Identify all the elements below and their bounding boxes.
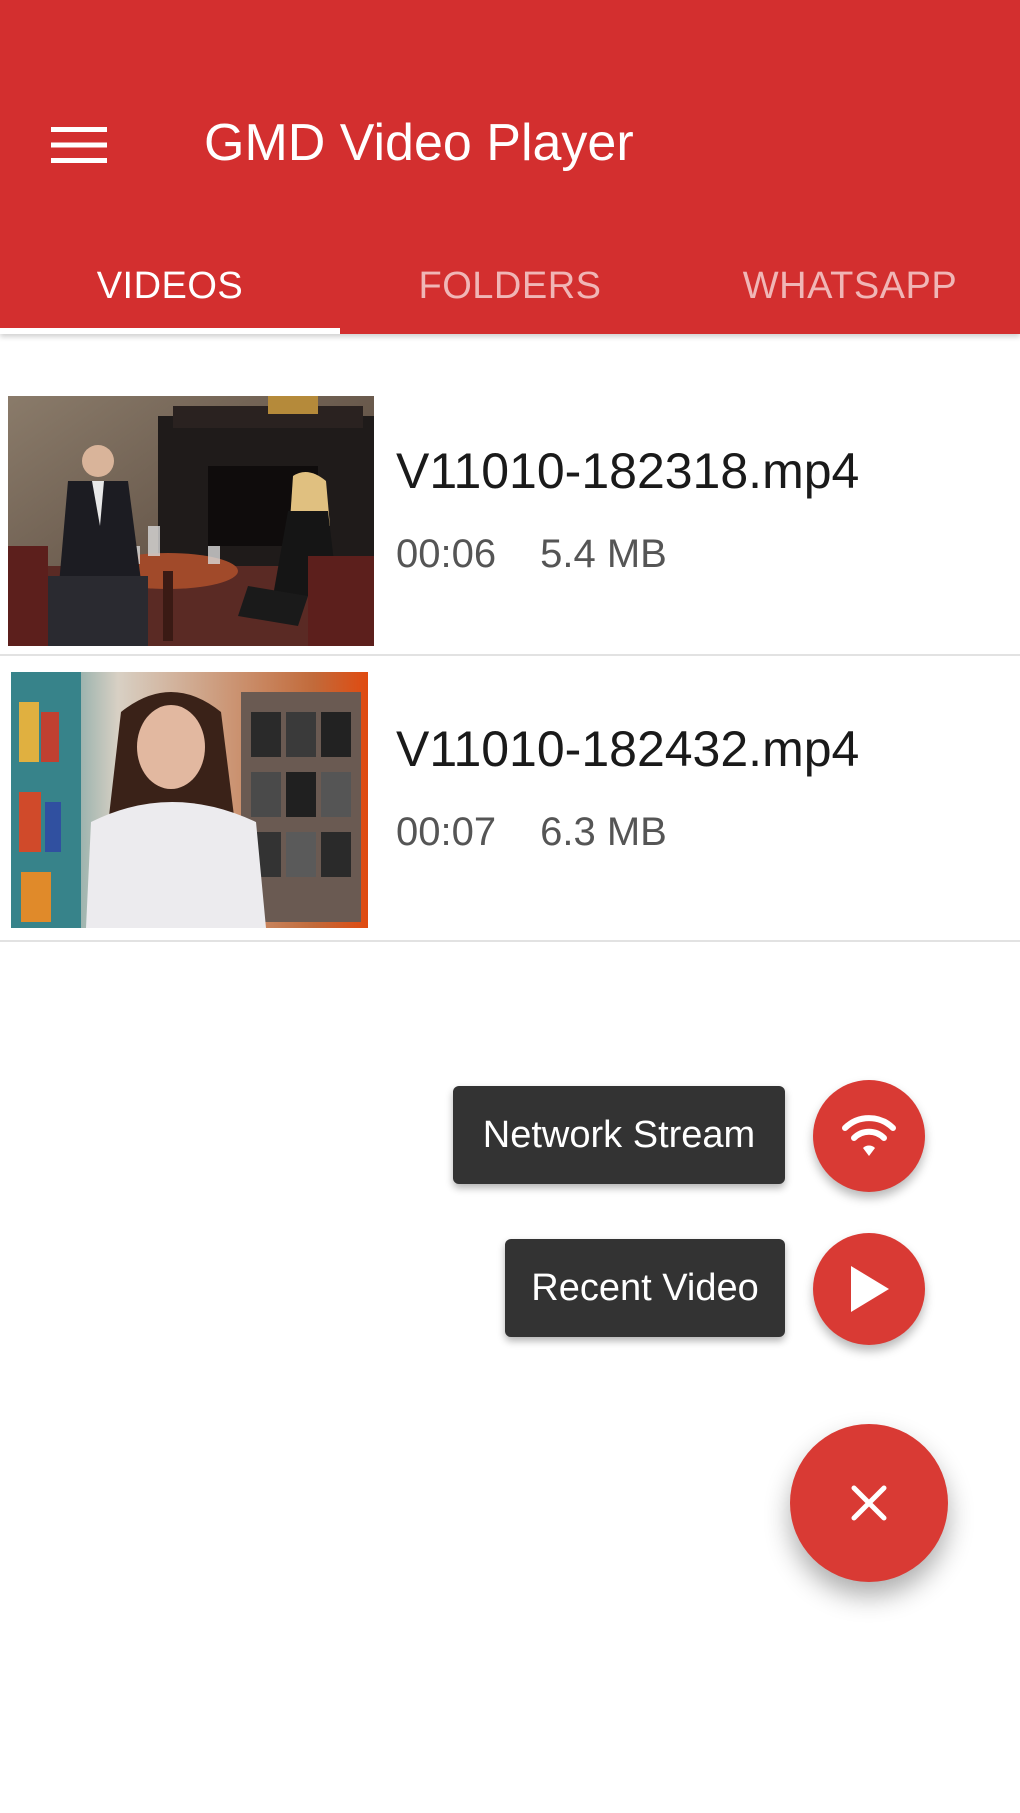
recent-video-label[interactable]: Recent Video [505, 1239, 785, 1337]
app-bar: GMD Video Player VIDEOS FOLDERS WHATSAPP [0, 0, 1020, 334]
list-divider [0, 940, 1020, 942]
play-icon [851, 1266, 889, 1312]
tab-whatsapp-label: WHATSAPP [742, 264, 958, 307]
tab-videos-label: VIDEOS [96, 264, 244, 307]
app-title: GMD Video Player [204, 114, 634, 172]
video-meta: 00:07 6.3 MB [396, 810, 667, 855]
video-list-item[interactable]: V11010-182432.mp4 00:07 6.3 MB [0, 656, 1020, 942]
close-fab-button[interactable] [790, 1424, 948, 1582]
tab-whatsapp[interactable]: WHATSAPP [680, 238, 1020, 334]
video-meta: 00:06 5.4 MB [396, 532, 667, 577]
video-thumbnail [8, 396, 374, 646]
video-list-item[interactable]: V11010-182318.mp4 00:06 5.4 MB [0, 334, 1020, 656]
menu-button[interactable] [40, 110, 118, 180]
video-filename: V11010-182432.mp4 [396, 721, 860, 777]
wifi-icon [842, 1115, 896, 1156]
network-stream-button[interactable] [813, 1080, 925, 1192]
video-size: 5.4 MB [540, 532, 667, 576]
video-thumbnail [11, 672, 368, 928]
recent-video-label-text: Recent Video [531, 1266, 759, 1309]
network-stream-label-text: Network Stream [482, 1113, 756, 1156]
tab-bar: VIDEOS FOLDERS WHATSAPP [0, 238, 1020, 334]
video-duration: 00:06 [396, 532, 497, 576]
video-duration: 00:07 [396, 810, 497, 854]
video-size: 6.3 MB [540, 810, 667, 854]
tab-folders-label: FOLDERS [418, 264, 602, 307]
network-stream-label[interactable]: Network Stream [453, 1086, 785, 1184]
hamburger-menu-icon [51, 127, 107, 163]
tab-folders[interactable]: FOLDERS [340, 238, 680, 334]
video-filename: V11010-182318.mp4 [396, 443, 860, 499]
recent-video-button[interactable] [813, 1233, 925, 1345]
tab-videos[interactable]: VIDEOS [0, 238, 340, 334]
close-icon [851, 1485, 887, 1521]
